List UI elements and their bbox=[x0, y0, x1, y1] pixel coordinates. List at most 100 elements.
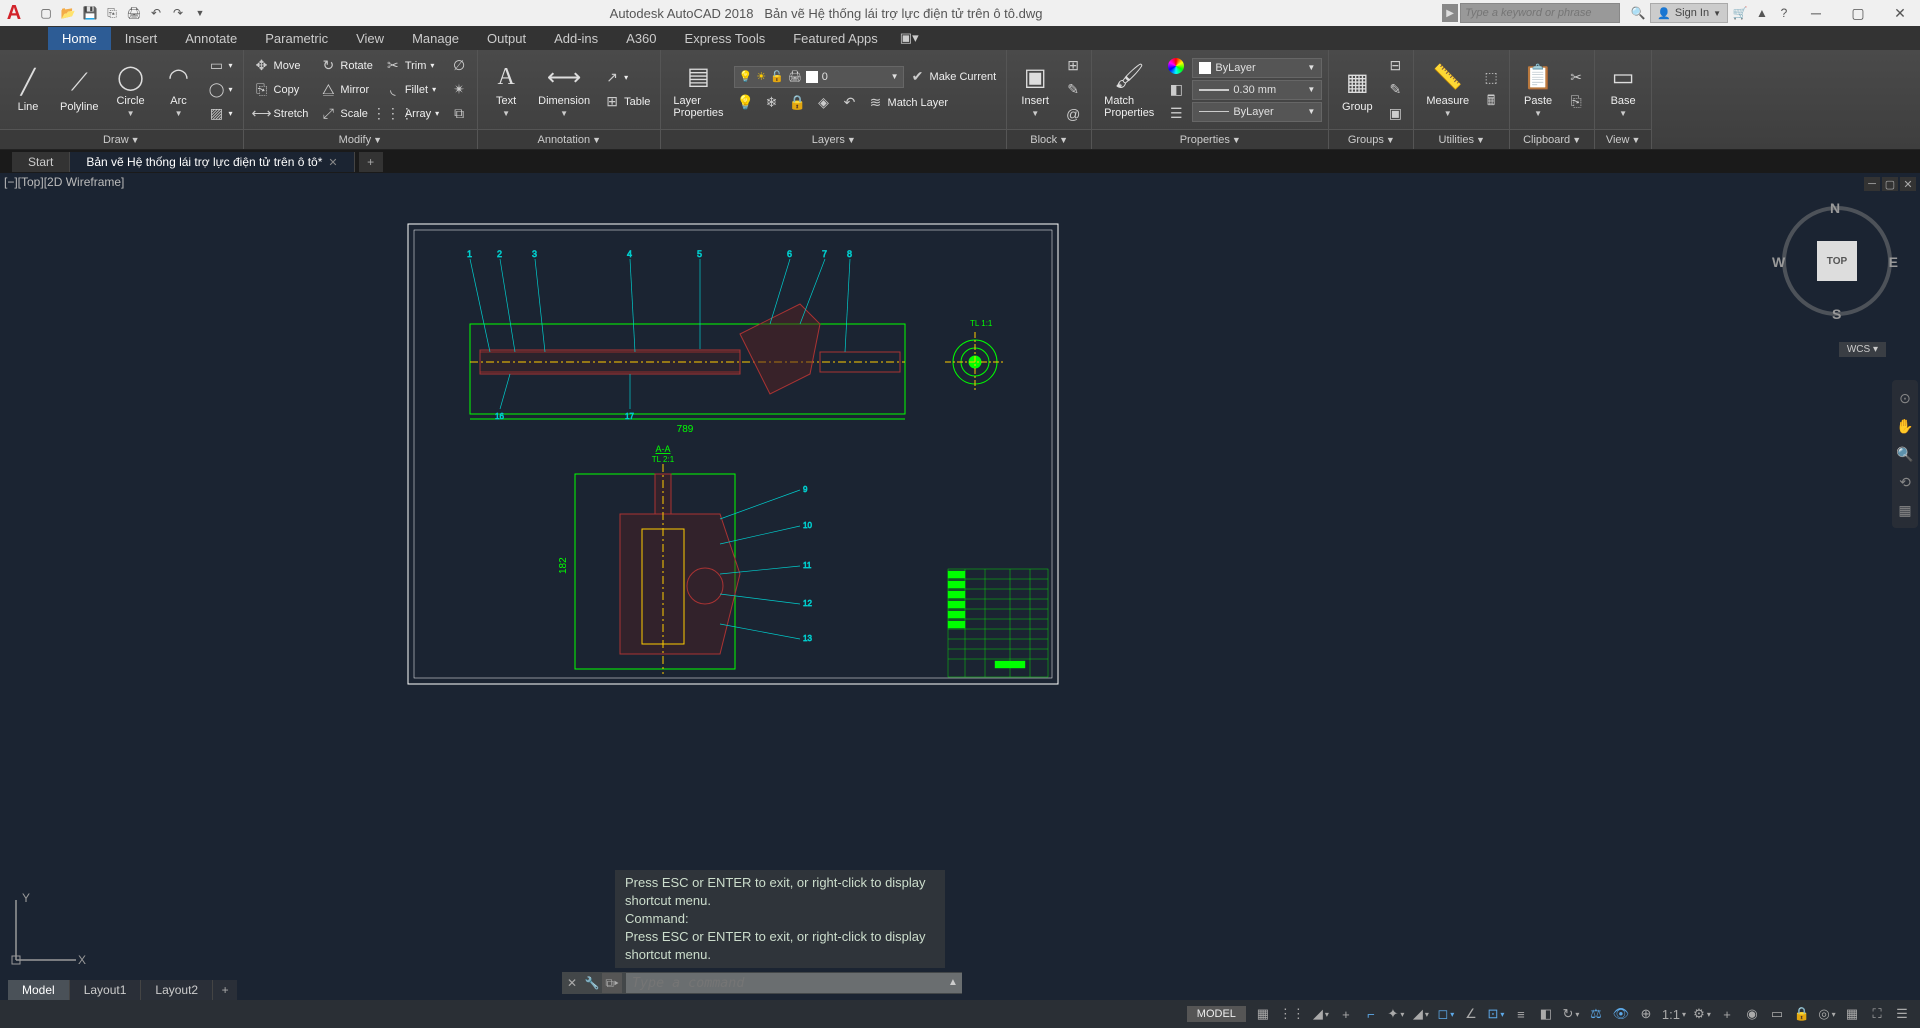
undo-icon[interactable]: ↶ bbox=[146, 3, 166, 23]
tab-parametric[interactable]: Parametric bbox=[251, 27, 342, 50]
3dosnap-icon[interactable]: ∠ bbox=[1459, 1002, 1483, 1026]
insert-block-button[interactable]: ▣Insert▼ bbox=[1013, 59, 1057, 120]
osnap-icon[interactable]: ◻▾ bbox=[1434, 1002, 1458, 1026]
layout-tab-2[interactable]: Layout2 bbox=[141, 980, 213, 1000]
add-tab-button[interactable]: + bbox=[359, 152, 383, 172]
match-properties-button[interactable]: 🖌Match Properties bbox=[1098, 59, 1160, 121]
viewcube-n[interactable]: N bbox=[1830, 200, 1840, 216]
explode-icon[interactable]: ✴ bbox=[447, 79, 471, 101]
dyn-input-icon[interactable]: + bbox=[1334, 1002, 1358, 1026]
lineweight-combo[interactable]: 0.30 mm▼ bbox=[1192, 80, 1322, 100]
signin-button[interactable]: 👤 Sign In ▼ bbox=[1650, 3, 1728, 23]
circle-button[interactable]: ◯Circle▼ bbox=[109, 59, 153, 120]
tab-overflow[interactable]: ▣▾ bbox=[892, 26, 927, 50]
dimension-button[interactable]: ⟷Dimension▼ bbox=[532, 59, 596, 120]
tab-view[interactable]: View bbox=[342, 27, 398, 50]
make-current-button[interactable]: ✔Make Current bbox=[906, 66, 1001, 88]
orbit-icon[interactable]: ⟲ bbox=[1895, 472, 1915, 492]
file-tab-doc[interactable]: Bản vẽ Hệ thống lái trợ lực điện tử trên… bbox=[70, 152, 354, 172]
edit-block-icon[interactable]: ✎ bbox=[1061, 79, 1085, 101]
panel-title-draw[interactable]: Draw▼ bbox=[0, 129, 243, 149]
open-icon[interactable]: 📂 bbox=[58, 3, 78, 23]
annotation-scale-icon[interactable]: ⚖ bbox=[1584, 1002, 1608, 1026]
command-line[interactable]: ✕ 🔧 ⧉▸ ▲ bbox=[562, 972, 962, 994]
move-button[interactable]: ✥Move bbox=[250, 55, 313, 77]
erase-icon[interactable]: ∅ bbox=[447, 55, 471, 77]
panel-title-modify[interactable]: Modify▼ bbox=[244, 129, 478, 149]
tab-output[interactable]: Output bbox=[473, 27, 540, 50]
snap-icon[interactable]: ⋮⋮ bbox=[1276, 1002, 1308, 1026]
panel-title-block[interactable]: Block▼ bbox=[1007, 129, 1091, 149]
help-search[interactable] bbox=[1460, 3, 1620, 23]
vp-close-icon[interactable]: ✕ bbox=[1900, 177, 1916, 191]
hardware-accel-icon[interactable]: ▦ bbox=[1840, 1002, 1864, 1026]
fillet-button[interactable]: ◟Fillet ▾ bbox=[381, 79, 443, 101]
line-button[interactable]: ╱Line bbox=[6, 65, 50, 115]
group-button[interactable]: ▦Group bbox=[1335, 65, 1379, 115]
array-button[interactable]: ⋮⋮⋮Array ▾ bbox=[381, 103, 443, 125]
qat-dropdown-icon[interactable]: ▼ bbox=[190, 3, 210, 23]
layer-prev-icon[interactable]: ↶ bbox=[838, 92, 862, 114]
scale-button[interactable]: ⤢Scale bbox=[316, 103, 376, 125]
arc-button[interactable]: ◠Arc▼ bbox=[157, 59, 201, 120]
group-edit-icon[interactable]: ✎ bbox=[1383, 79, 1407, 101]
showmotion-icon[interactable]: ▦ bbox=[1895, 500, 1915, 520]
color-combo[interactable]: ByLayer▼ bbox=[1192, 58, 1322, 78]
layer-lock-icon[interactable]: 🔒 bbox=[786, 92, 810, 114]
tab-addins[interactable]: Add-ins bbox=[540, 27, 612, 50]
new-icon[interactable]: ▢ bbox=[36, 3, 56, 23]
cmd-history-icon[interactable]: ▲ bbox=[944, 973, 962, 993]
model-badge[interactable]: MODEL bbox=[1187, 1006, 1246, 1022]
tab-home[interactable]: Home bbox=[48, 27, 111, 50]
layer-off-icon[interactable]: 💡 bbox=[734, 92, 758, 114]
transparency-icon[interactable]: ◧ bbox=[1534, 1002, 1558, 1026]
quick-props-icon[interactable]: ▭ bbox=[1765, 1002, 1789, 1026]
close-tab-icon[interactable]: ✕ bbox=[328, 156, 337, 169]
tab-manage[interactable]: Manage bbox=[398, 27, 473, 50]
print-icon[interactable]: 🖨 bbox=[124, 3, 144, 23]
close-button[interactable]: ✕ bbox=[1880, 0, 1920, 26]
rotate-button[interactable]: ↻Rotate bbox=[316, 55, 376, 77]
list-icon[interactable]: ☰ bbox=[1164, 103, 1188, 125]
redo-icon[interactable]: ↷ bbox=[168, 3, 188, 23]
ellipse-icon[interactable]: ◯▾ bbox=[205, 79, 237, 101]
view-cube[interactable]: TOP N E S W bbox=[1782, 206, 1892, 316]
tab-express[interactable]: Express Tools bbox=[671, 27, 780, 50]
customize-status-icon[interactable]: ☰ bbox=[1890, 1002, 1914, 1026]
tab-insert[interactable]: Insert bbox=[111, 27, 172, 50]
otrack-icon[interactable]: ⊡▾ bbox=[1484, 1002, 1508, 1026]
tab-featured[interactable]: Featured Apps bbox=[779, 27, 892, 50]
panel-title-layers[interactable]: Layers▼ bbox=[661, 129, 1006, 149]
search-go-icon[interactable]: ▶ bbox=[1442, 4, 1458, 22]
layer-freeze-icon[interactable]: ❄ bbox=[760, 92, 784, 114]
annotation-monitor-icon[interactable]: + bbox=[1715, 1002, 1739, 1026]
viewcube-w[interactable]: W bbox=[1772, 254, 1785, 270]
lock-ui-icon[interactable]: 🔒 bbox=[1790, 1002, 1814, 1026]
color-wheel-icon[interactable] bbox=[1164, 55, 1188, 77]
drawing-canvas[interactable]: ─ ▢ ✕ 789 TL 1:1 1 2 bbox=[0, 173, 1920, 1000]
layer-combo[interactable]: 💡☀🔓🖨 0▼ bbox=[734, 66, 904, 88]
clean-screen-icon[interactable]: ⛶ bbox=[1865, 1002, 1889, 1026]
isolate-icon[interactable]: ◎▾ bbox=[1815, 1002, 1839, 1026]
polar-icon[interactable]: ✦▾ bbox=[1384, 1002, 1408, 1026]
base-view-button[interactable]: ▭Base▼ bbox=[1601, 59, 1645, 120]
rect-icon[interactable]: ▭▾ bbox=[205, 55, 237, 77]
auto-scale-icon[interactable]: ⊕ bbox=[1634, 1002, 1658, 1026]
ortho-icon[interactable]: ⌐ bbox=[1359, 1002, 1383, 1026]
wcs-badge[interactable]: WCS ▾ bbox=[1839, 342, 1886, 357]
iso-icon[interactable]: ◢▾ bbox=[1409, 1002, 1433, 1026]
panel-title-view[interactable]: View▼ bbox=[1595, 129, 1651, 149]
panel-title-properties[interactable]: Properties▼ bbox=[1092, 129, 1328, 149]
copy-button[interactable]: ⎘Copy bbox=[250, 79, 313, 101]
help-search-input[interactable] bbox=[1461, 7, 1619, 19]
match-layer-button[interactable]: ≋Match Layer bbox=[864, 92, 953, 114]
cmd-close-icon[interactable]: ✕ bbox=[562, 973, 582, 993]
cycling-icon[interactable]: ↻▾ bbox=[1559, 1002, 1583, 1026]
vp-restore-icon[interactable]: ▢ bbox=[1882, 177, 1898, 191]
cmd-prompt-icon[interactable]: ⧉▸ bbox=[602, 973, 622, 993]
pan-icon[interactable]: ✋ bbox=[1895, 416, 1915, 436]
layer-iso-icon[interactable]: ◈ bbox=[812, 92, 836, 114]
edit-attr-icon[interactable]: @ bbox=[1061, 103, 1085, 125]
panel-title-utilities[interactable]: Utilities▼ bbox=[1414, 129, 1509, 149]
paste-button[interactable]: 📋Paste▼ bbox=[1516, 59, 1560, 120]
